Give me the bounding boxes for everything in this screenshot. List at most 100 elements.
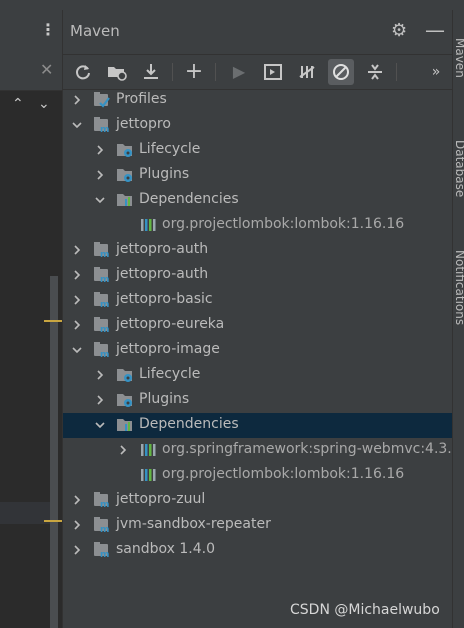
chevron-down-icon[interactable] (71, 119, 83, 131)
tree-node[interactable]: m jettopro-basic (63, 288, 452, 313)
tab-notifications[interactable]: Notifications (453, 250, 464, 325)
run-icon[interactable]: ▶ (226, 59, 252, 85)
svg-text:m: m (100, 350, 109, 359)
maven-module-icon: m (93, 516, 111, 535)
tree-node-label: jettopro-auth (116, 241, 209, 257)
tree-node[interactable]: Lifecycle (63, 363, 452, 388)
tree-node-label: org.projectlombok:lombok:1.16.16 (162, 466, 405, 482)
tree-node[interactable]: m jettopro-zuul (63, 488, 452, 513)
svg-text:m: m (100, 125, 109, 134)
editor-pane: ⋮ ✕ ⌃ ⌄ (0, 10, 63, 628)
maven-module-icon: m (93, 491, 111, 510)
tree-node-label: Lifecycle (139, 141, 201, 157)
dependencies-folder-icon (116, 416, 134, 434)
chevron-right-icon[interactable] (71, 319, 83, 331)
tree-node[interactable]: m jettopro (63, 113, 452, 138)
chevron-right-icon[interactable] (94, 369, 106, 381)
chevron-right-icon[interactable] (71, 294, 83, 306)
maven-module-icon: m (93, 291, 111, 310)
chevron-right-icon[interactable] (71, 519, 83, 531)
chevron-down-icon[interactable] (94, 419, 106, 431)
tree-node[interactable]: m jvm-sandbox-repeater (63, 513, 452, 538)
editor-scrollbar[interactable] (50, 276, 58, 628)
chevron-up-icon[interactable]: ⌃ (12, 96, 24, 112)
panel-header: Maven ⚙ — (63, 10, 452, 54)
chevron-right-icon[interactable] (71, 94, 83, 106)
chevron-down-icon[interactable] (94, 194, 106, 206)
download-icon[interactable] (138, 59, 164, 85)
tree-node-label: Profiles (116, 91, 167, 107)
right-tool-strip: Maven Database Notifications (452, 10, 464, 628)
maven-module-icon: m (93, 116, 111, 135)
lifecycle-folder-icon (116, 366, 134, 384)
tree-node[interactable]: Plugins (63, 388, 452, 413)
toolbar-separator (215, 63, 216, 81)
library-icon (139, 441, 157, 459)
more-options-icon[interactable]: ⋮ (40, 20, 56, 39)
tree-node[interactable]: m jettopro-auth (63, 263, 452, 288)
tree-node[interactable]: m sandbox 1.4.0 (63, 538, 452, 563)
svg-text:m: m (100, 550, 109, 559)
maven-module-icon: m (93, 341, 111, 360)
tree-node[interactable]: Lifecycle (63, 138, 452, 163)
tree-node[interactable]: Dependencies (63, 188, 452, 213)
chevron-right-icon[interactable] (94, 169, 106, 181)
maven-module-icon: m (93, 541, 111, 560)
chevron-right-icon[interactable] (94, 394, 106, 406)
close-icon[interactable]: ✕ (40, 60, 53, 79)
top-edge-strip (0, 0, 464, 10)
chevron-down-icon[interactable]: ⌄ (38, 96, 50, 112)
chevron-right-icon[interactable] (71, 544, 83, 556)
tab-maven[interactable]: Maven (453, 38, 464, 78)
tree-node[interactable]: org.projectlombok:lombok:1.16.16 (63, 463, 452, 488)
chevron-down-icon[interactable] (71, 344, 83, 356)
tree-node-label: sandbox 1.4.0 (116, 541, 216, 557)
svg-text:m: m (100, 500, 109, 509)
tree-node[interactable]: Profiles (63, 88, 452, 113)
tree-node[interactable]: Dependencies (63, 413, 452, 438)
tree-node-label: org.projectlombok:lombok:1.16.16 (162, 216, 405, 232)
tab-database[interactable]: Database (453, 140, 464, 197)
tree-node[interactable]: org.projectlombok:lombok:1.16.16 (63, 213, 452, 238)
chevron-right-icon[interactable] (71, 269, 83, 281)
dependencies-folder-icon (116, 191, 134, 209)
chevron-right-icon[interactable] (117, 444, 129, 456)
current-line-highlight (0, 502, 50, 524)
tree-node-label: Dependencies (139, 191, 239, 207)
tree-node[interactable]: Plugins (63, 163, 452, 188)
svg-text:m: m (100, 525, 109, 534)
tree-node-label: jettopro-image (116, 341, 220, 357)
chevron-right-icon[interactable] (94, 144, 106, 156)
svg-text:m: m (100, 325, 109, 334)
svg-text:m: m (100, 300, 109, 309)
add-icon[interactable]: + (181, 59, 207, 85)
chevron-right-icon[interactable] (71, 244, 83, 256)
maven-tool-window: Maven ⚙ — + ▶ » Profiles m jettopro Life… (63, 10, 464, 628)
tree-node[interactable]: m jettopro-auth (63, 238, 452, 263)
more-icon[interactable]: » (423, 59, 449, 85)
collapse-all-icon[interactable] (362, 59, 388, 85)
minimize-icon[interactable]: — (425, 18, 445, 42)
reload-icon[interactable] (70, 59, 96, 85)
tree-node-label: org.springframework:spring-webmvc:4.3.9.… (162, 441, 464, 457)
lifecycle-folder-icon (116, 166, 134, 184)
tree-node-label: Dependencies (139, 416, 239, 432)
toggle-offline-icon[interactable] (294, 59, 320, 85)
tree-node[interactable]: m jettopro-eureka (63, 313, 452, 338)
tree-node-label: jettopro-eureka (116, 316, 225, 332)
tree-node-label: jettopro-basic (116, 291, 213, 307)
svg-text:m: m (100, 250, 109, 259)
library-icon (139, 466, 157, 484)
tree-node-label: jettopro (116, 116, 171, 132)
gear-icon[interactable]: ⚙ (391, 20, 407, 41)
editor-tab-row: ✕ (0, 54, 62, 91)
tree-node[interactable]: m jettopro-image (63, 338, 452, 363)
maven-projects-tree: Profiles m jettopro Lifecycle Plugins Depende… (63, 88, 464, 618)
execute-goal-icon[interactable] (260, 59, 286, 85)
skip-tests-icon[interactable] (328, 59, 354, 85)
svg-text:m: m (100, 275, 109, 284)
toolbar-separator (172, 63, 173, 81)
tree-node[interactable]: org.springframework:spring-webmvc:4.3.9.… (63, 438, 464, 463)
generate-sources-icon[interactable] (104, 59, 130, 85)
chevron-right-icon[interactable] (71, 494, 83, 506)
